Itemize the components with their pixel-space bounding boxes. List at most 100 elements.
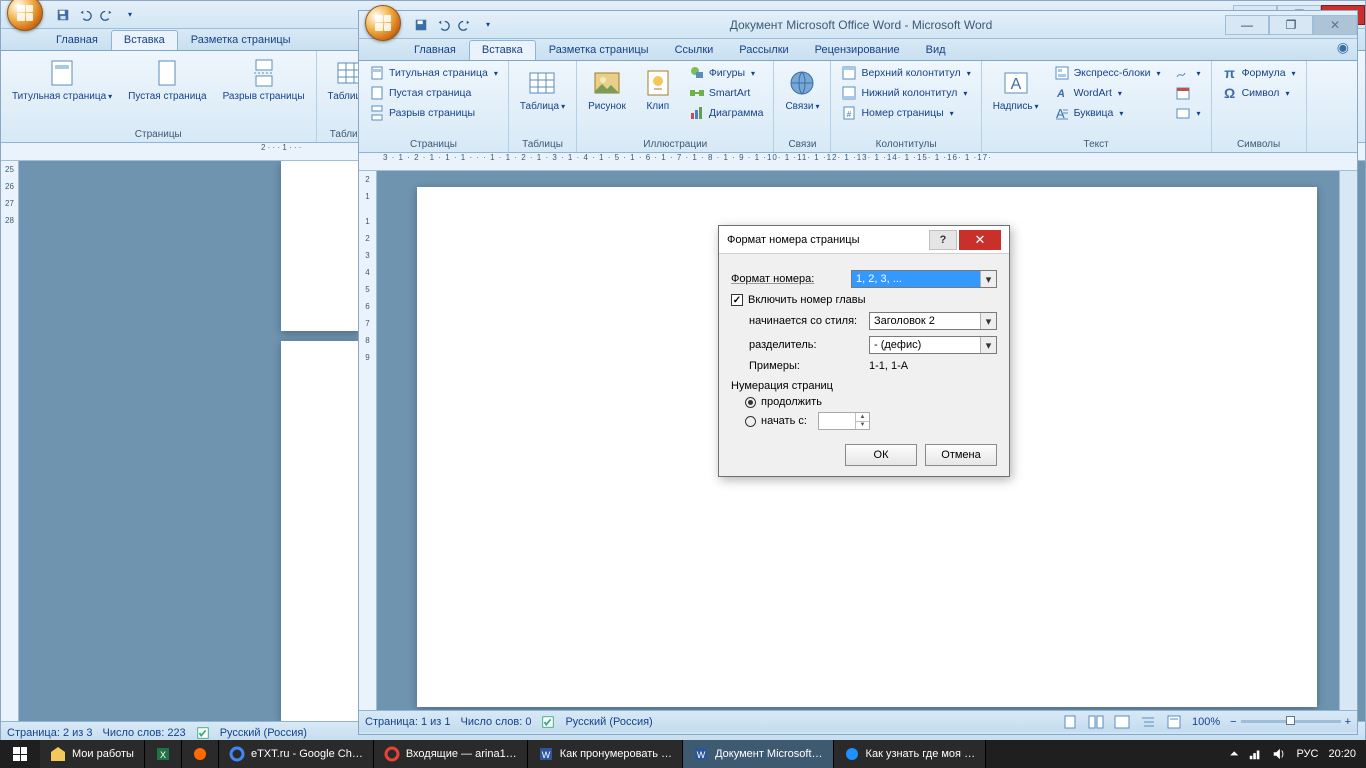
symbol-button[interactable]: ΩСимвол — [1218, 84, 1300, 102]
close-button[interactable]: ✕ — [1313, 15, 1357, 35]
taskbar-item[interactable]: Как узнать где моя … — [834, 740, 987, 768]
view-web-icon[interactable] — [1114, 715, 1130, 729]
svg-text:A: A — [1056, 88, 1065, 100]
page-number-button[interactable]: #Номер страницы — [837, 104, 974, 122]
continue-radio[interactable]: продолжить — [745, 396, 997, 408]
footer-button[interactable]: Нижний колонтитул — [837, 84, 974, 102]
group-hf: Колонтитулы — [876, 139, 937, 150]
taskbar-item[interactable]: WКак пронумеровать … — [528, 740, 683, 768]
view-outline-icon[interactable] — [1140, 715, 1156, 729]
tab-mailings[interactable]: Рассылки — [726, 40, 801, 60]
tab-layout[interactable]: Разметка страницы — [536, 40, 662, 60]
undo-icon[interactable] — [75, 5, 95, 25]
page-break-button[interactable]: Разрыв страницы — [218, 54, 310, 105]
help-icon[interactable]: ◉ — [1329, 39, 1357, 60]
view-draft-icon[interactable] — [1166, 715, 1182, 729]
starts-style-label: начинается со стиля: — [749, 315, 861, 327]
include-chapter-checkbox[interactable]: ✓Включить номер главы — [731, 294, 997, 306]
tray-network-icon[interactable] — [1248, 747, 1262, 761]
table-button[interactable]: Таблица — [515, 64, 570, 115]
tray-up-icon[interactable]: ⏶ — [1230, 748, 1239, 761]
save-icon[interactable] — [411, 15, 431, 35]
chart-button[interactable]: Диаграмма — [685, 104, 768, 122]
tab-home[interactable]: Главная — [401, 40, 469, 60]
tab-layout-back[interactable]: Разметка страницы — [178, 30, 304, 50]
header-button[interactable]: Верхний колонтитул — [837, 64, 974, 82]
proof-icon[interactable] — [541, 715, 555, 729]
office-button-front[interactable] — [365, 5, 401, 41]
dialog-help-button[interactable]: ? — [929, 230, 957, 250]
redo-icon[interactable] — [97, 5, 117, 25]
status-lang-back[interactable]: Русский (Россия) — [220, 727, 307, 739]
view-read-icon[interactable] — [1088, 715, 1104, 729]
number-format-combo[interactable]: 1, 2, 3, ...▾ — [851, 270, 997, 288]
svg-text:W: W — [541, 750, 550, 760]
zoom-in-button[interactable]: + — [1345, 716, 1351, 728]
group-text: Текст — [1084, 139, 1109, 150]
tab-home-back[interactable]: Главная — [43, 30, 111, 50]
tab-view[interactable]: Вид — [913, 40, 959, 60]
cover-page-button[interactable]: Титульная страница — [365, 64, 502, 82]
status-words[interactable]: Число слов: 0 — [461, 716, 532, 728]
status-page-back[interactable]: Страница: 2 из 3 — [7, 727, 93, 739]
taskbar-item[interactable]: eTXT.ru - Google Ch… — [219, 740, 374, 768]
taskbar-item[interactable]: Мои работы — [40, 740, 145, 768]
chapter-style-combo[interactable]: Заголовок 2▾ — [869, 312, 997, 330]
maximize-button[interactable]: ❐ — [1269, 15, 1313, 35]
office-button-back[interactable] — [7, 0, 43, 31]
save-icon[interactable] — [53, 5, 73, 25]
taskbar-item[interactable] — [182, 740, 219, 768]
zoom-out-button[interactable]: − — [1230, 716, 1236, 728]
zoom-slider[interactable] — [1241, 720, 1341, 723]
undo-icon[interactable] — [433, 15, 453, 35]
taskbar-item[interactable]: X — [145, 740, 182, 768]
quickparts-button[interactable]: Экспресс-блоки — [1050, 64, 1165, 82]
wordart-button[interactable]: AWordArt — [1050, 84, 1165, 102]
cancel-button[interactable]: Отмена — [925, 444, 997, 466]
datetime-icon[interactable] — [1171, 84, 1205, 102]
smartart-button[interactable]: SmartArt — [685, 84, 768, 102]
equation-button[interactable]: πФормула — [1218, 64, 1300, 82]
dropcap-button[interactable]: AБуквица — [1050, 104, 1165, 122]
redo-icon[interactable] — [455, 15, 475, 35]
status-lang[interactable]: Русский (Россия) — [565, 716, 652, 728]
tray-volume-icon[interactable] — [1272, 747, 1286, 761]
ok-button[interactable]: ОК — [845, 444, 917, 466]
taskbar: Мои работы X eTXT.ru - Google Ch… Входящ… — [0, 740, 1366, 768]
separator-combo[interactable]: - (дефис)▾ — [869, 336, 997, 354]
status-page[interactable]: Страница: 1 из 1 — [365, 716, 451, 728]
picture-button[interactable]: Рисунок — [583, 64, 631, 115]
taskbar-item[interactable]: WДокумент Microsoft… — [683, 740, 833, 768]
tray-lang[interactable]: РУС — [1296, 748, 1318, 760]
page-break-button[interactable]: Разрыв страницы — [365, 104, 502, 122]
taskbar-item[interactable]: Входящие — arina1… — [374, 740, 528, 768]
object-icon[interactable] — [1171, 104, 1205, 122]
start-at-spinner[interactable]: ▲▼ — [818, 412, 870, 430]
zoom-value[interactable]: 100% — [1192, 716, 1220, 728]
start-at-radio[interactable]: начать с: ▲▼ — [745, 412, 997, 430]
qat-more-icon[interactable] — [477, 15, 497, 35]
examples-value: 1-1, 1-A — [869, 360, 908, 372]
tab-references[interactable]: Ссылки — [662, 40, 727, 60]
signature-icon[interactable] — [1171, 64, 1205, 82]
proof-icon[interactable] — [196, 726, 210, 740]
shapes-button[interactable]: Фигуры — [685, 64, 768, 82]
tab-review[interactable]: Рецензирование — [802, 40, 913, 60]
links-button[interactable]: Связи — [780, 64, 824, 115]
status-words-back[interactable]: Число слов: 223 — [103, 727, 186, 739]
minimize-button[interactable]: — — [1225, 15, 1269, 35]
cover-page-button[interactable]: Титульная страница — [7, 54, 117, 105]
tray-clock[interactable]: 20:20 — [1328, 748, 1356, 760]
clip-button[interactable]: Клип — [637, 64, 679, 115]
blank-page-button[interactable]: Пустая страница — [365, 84, 502, 102]
blank-page-button[interactable]: Пустая страница — [123, 54, 211, 105]
view-print-icon[interactable] — [1062, 715, 1078, 729]
tab-insert-back[interactable]: Вставка — [111, 30, 178, 50]
start-button[interactable] — [0, 740, 40, 768]
scrollbar-v[interactable] — [1339, 171, 1357, 710]
dialog-close-button[interactable]: ✕ — [959, 230, 1001, 250]
textbox-button[interactable]: AНадпись — [988, 64, 1044, 115]
titlebar-front: Документ Microsoft Office Word - Microso… — [359, 11, 1357, 39]
qat-more-icon[interactable] — [119, 5, 139, 25]
tab-insert[interactable]: Вставка — [469, 40, 536, 60]
